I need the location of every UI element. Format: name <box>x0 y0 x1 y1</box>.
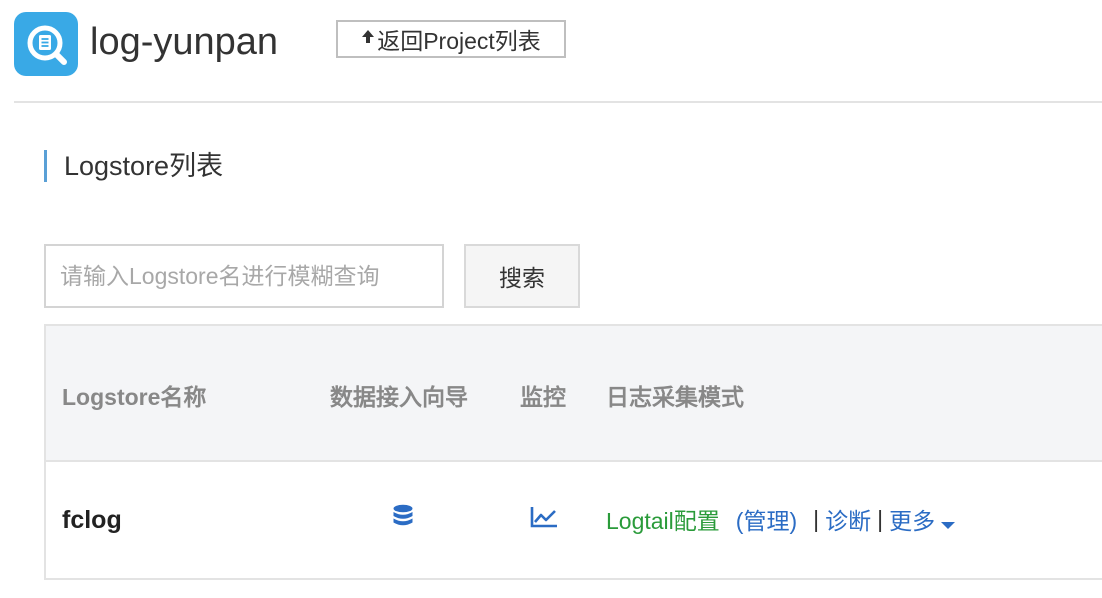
project-name: log-yunpan <box>90 21 279 63</box>
logstore-table: Logstore名称 数据接入向导 监控 日志采集模式 fclog Logtai… <box>44 324 1102 580</box>
line-chart-icon[interactable] <box>530 506 558 533</box>
table-header: Logstore名称 数据接入向导 监控 日志采集模式 <box>46 326 1102 462</box>
database-icon[interactable] <box>392 504 414 535</box>
search-button[interactable]: 搜索 <box>464 244 580 308</box>
back-button-label: 返回Project列表 <box>377 28 541 54</box>
manage-link[interactable]: (管理) <box>736 502 797 536</box>
more-dropdown[interactable]: 更多 <box>889 502 956 536</box>
separator: | <box>877 505 884 532</box>
log-service-logo-icon <box>14 12 78 76</box>
separator: | <box>813 505 820 532</box>
back-to-project-list-button[interactable]: 返回Project列表 <box>336 20 566 58</box>
collection-mode-actions: Logtail配置 (管理) | 诊断 | 更多 <box>606 502 956 536</box>
header-divider <box>14 101 1102 103</box>
column-header-collection-mode: 日志采集模式 <box>606 384 744 410</box>
logtail-config-link[interactable]: Logtail配置 <box>606 502 720 536</box>
caret-down-icon <box>941 522 956 529</box>
logstore-name-cell: fclog <box>62 506 122 534</box>
section-title: Logstore列表 <box>44 150 223 182</box>
column-header-data-wizard: 数据接入向导 <box>330 384 468 410</box>
column-header-monitor: 监控 <box>520 384 566 410</box>
up-arrow-icon <box>361 29 375 50</box>
column-header-logstore-name: Logstore名称 <box>62 384 207 410</box>
diagnose-link[interactable]: 诊断 <box>825 502 871 536</box>
logstore-search-input[interactable] <box>44 244 444 308</box>
more-label: 更多 <box>889 508 936 534</box>
